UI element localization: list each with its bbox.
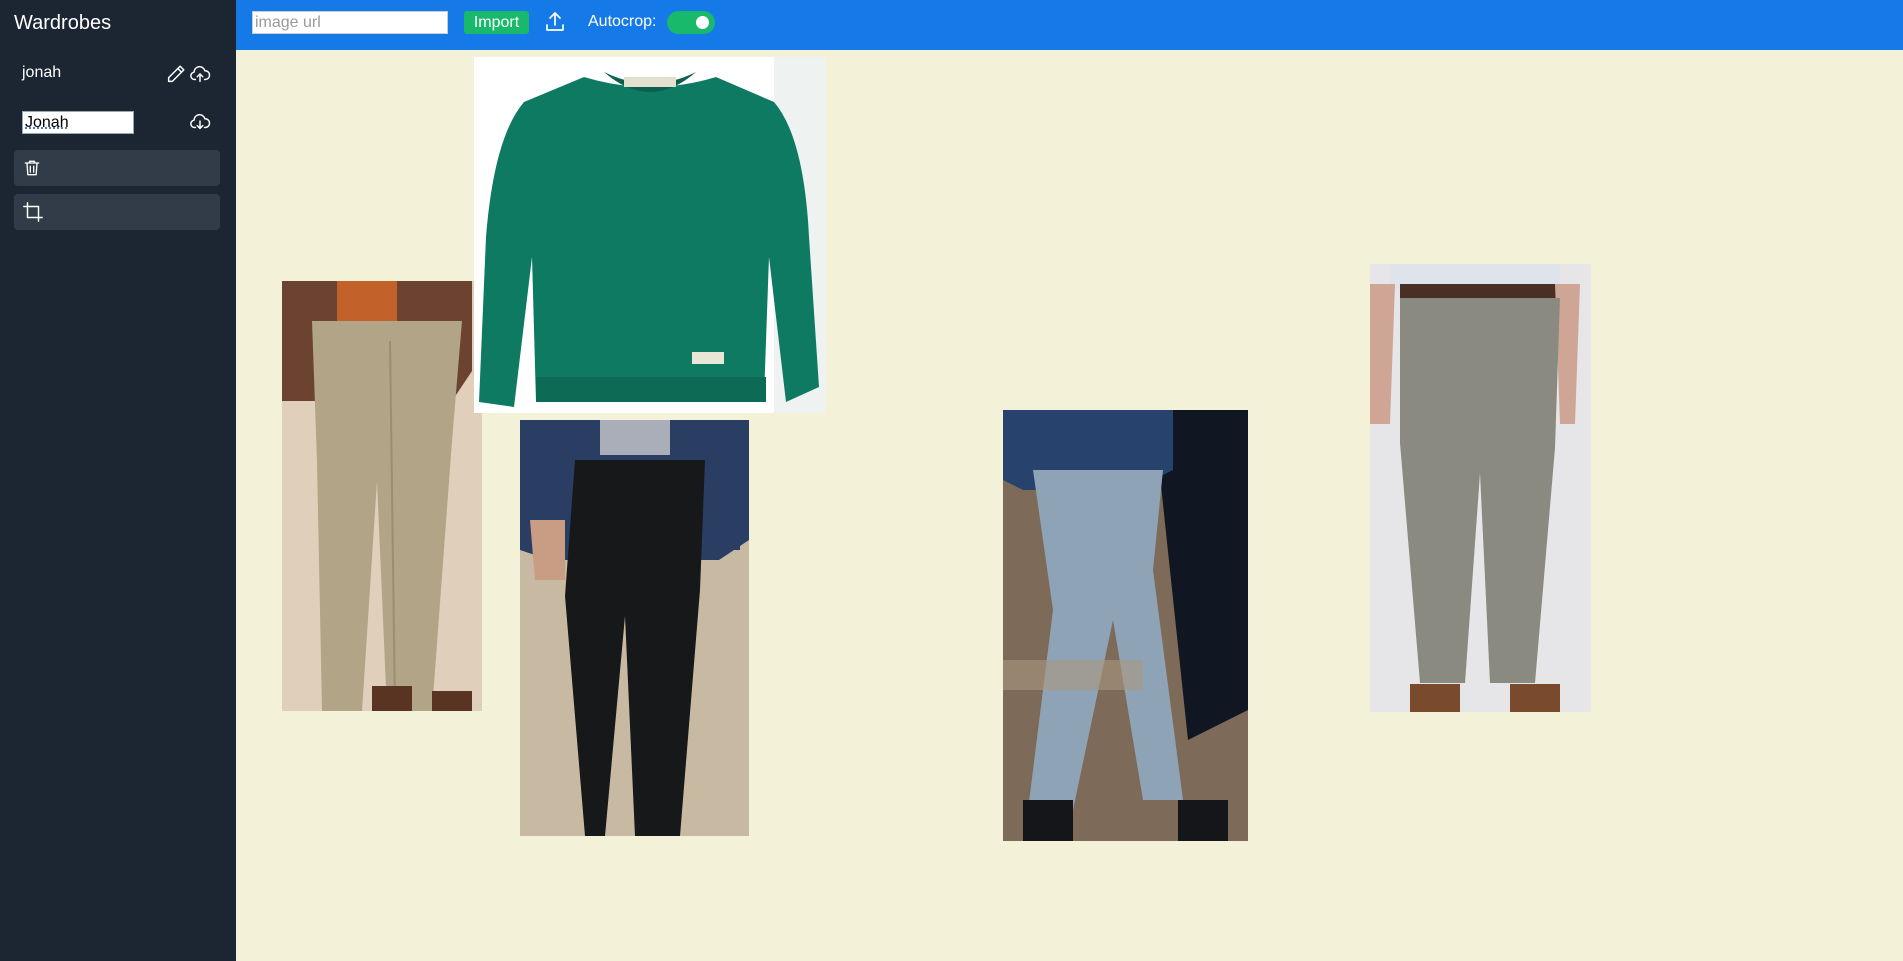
sidebar-title: Wardrobes [14,12,112,34]
autocrop-toggle[interactable] [667,11,715,34]
crop-icon [22,201,44,223]
trash-icon [22,157,42,179]
clothing-item-gray-chinos[interactable] [1370,264,1591,712]
import-button[interactable]: Import [464,11,529,34]
wardrobe-name[interactable]: jonah [22,64,61,82]
wardrobe-rename-input[interactable] [22,111,134,134]
pencil-icon[interactable] [165,63,187,85]
clothing-item-light-blue-chinos[interactable] [1003,410,1248,841]
image-url-input[interactable] [252,11,448,34]
autocrop-label: Autocrop: [588,13,657,30]
toggle-knob [696,16,709,29]
crop-button[interactable] [14,194,220,230]
delete-button[interactable] [14,150,220,186]
top-toolbar: Import Autocrop: [236,0,1903,50]
upload-icon[interactable] [543,10,567,34]
sidebar: Wardrobes jonah [0,0,236,961]
clothing-item-khaki-chinos[interactable] [282,281,482,711]
clothing-item-green-sweatshirt[interactable] [474,57,826,413]
clothing-item-black-chinos[interactable] [520,420,749,836]
cloud-download-icon[interactable] [188,111,212,133]
cloud-upload-icon[interactable] [188,63,212,85]
